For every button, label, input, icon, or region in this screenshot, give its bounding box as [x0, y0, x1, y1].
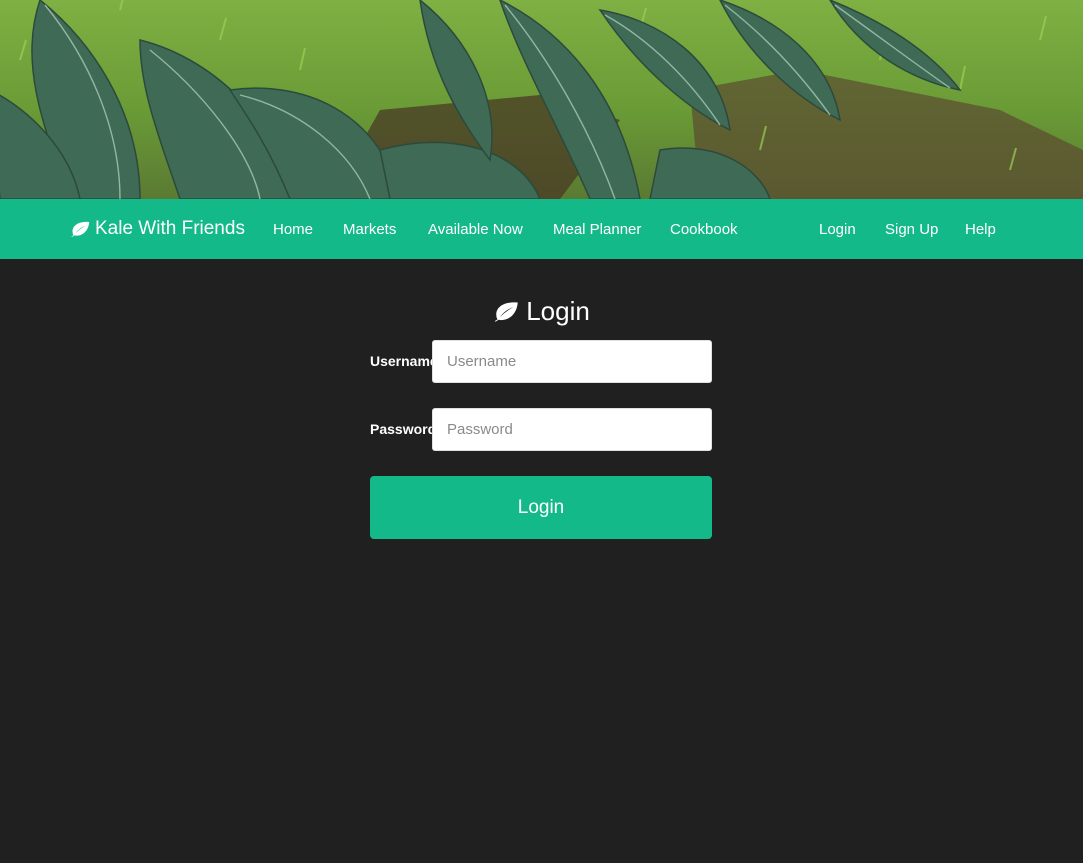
- nav-markets[interactable]: Markets: [343, 199, 396, 259]
- username-input[interactable]: [432, 340, 712, 383]
- username-label: Username: [370, 353, 432, 369]
- brand-link[interactable]: Kale With Friends: [70, 199, 245, 259]
- nav-home[interactable]: Home: [273, 199, 313, 259]
- leaf-icon: [71, 221, 90, 237]
- password-input[interactable]: [432, 408, 712, 451]
- leaf-icon: [494, 302, 518, 322]
- nav-meal-planner[interactable]: Meal Planner: [553, 199, 641, 259]
- login-submit-button[interactable]: Login: [370, 476, 712, 539]
- kale-garden-illustration: [0, 0, 1083, 199]
- brand-name: Kale With Friends: [95, 218, 245, 239]
- nav-available-now[interactable]: Available Now: [428, 199, 523, 259]
- login-title: Login: [526, 296, 590, 326]
- login-heading: Login: [0, 296, 1083, 327]
- nav-help[interactable]: Help: [965, 199, 996, 259]
- hero-banner-image: [0, 0, 1083, 199]
- nav-cookbook[interactable]: Cookbook: [670, 199, 738, 259]
- nav-sign-up[interactable]: Sign Up: [885, 199, 938, 259]
- nav-login[interactable]: Login: [819, 199, 856, 259]
- top-navbar: Kale With Friends Home Markets Available…: [0, 199, 1083, 259]
- password-label: Password: [370, 421, 432, 437]
